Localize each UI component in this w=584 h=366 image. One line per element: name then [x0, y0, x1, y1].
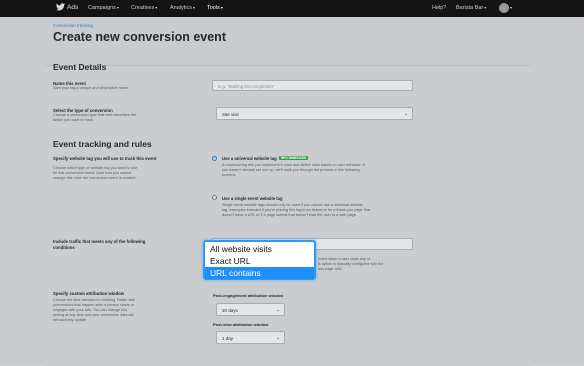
name-event-help: Give your tag a unique and descriptive n… [53, 86, 130, 90]
event-name-placeholder: E.g. "Mailing list completion" [218, 84, 275, 89]
chevron-down-icon: ⌄ [404, 111, 408, 116]
conversion-type-help: Choose a conversion type that best descr… [53, 113, 136, 123]
help-line: any page URL. [318, 267, 344, 271]
post-view-value: 1 day [222, 336, 234, 341]
single-event-tag-radio[interactable] [212, 195, 217, 200]
menu-label: Tools [207, 5, 220, 11]
help-line: action you want to track. [53, 118, 94, 122]
menu-creatives[interactable]: Creatives▾ [131, 5, 157, 11]
universal-tag-label: Use a universal website tag [222, 156, 277, 161]
traffic-conditions-label: Include traffic that meets any of the fo… [53, 239, 146, 244]
condition-dropdown-list[interactable]: All website visits Exact URL URL contain… [203, 240, 316, 280]
single-event-tag-option[interactable]: Use a single event website tag [222, 196, 283, 201]
chevron-down-icon: ⌄ [276, 307, 280, 312]
avatar[interactable]: ▾ [499, 3, 512, 13]
ads-brand[interactable]: Ads [67, 4, 78, 11]
website-tag-label: Specify website tag you will use to trac… [53, 156, 157, 161]
event-tracking-heading: Event tracking and rules [53, 139, 152, 149]
chevron-down-icon: ▾ [220, 5, 223, 10]
breadcrumb[interactable]: Conversion tracking [53, 23, 93, 28]
chevron-down-icon: ▾ [116, 5, 119, 10]
menu-tools[interactable]: Tools▾ [207, 5, 223, 11]
chevron-down-icon: ▾ [193, 5, 196, 10]
menu-label: Campaigns [88, 5, 116, 11]
chevron-down-icon: ▾ [155, 5, 158, 10]
universal-tag-radio[interactable] [212, 156, 217, 161]
menu-campaigns[interactable]: Campaigns▾ [88, 5, 119, 11]
top-nav-bar: Ads Campaigns▾ Creatives▾ Analytics▾ Too… [0, 0, 584, 17]
help-line: change this once the conversion event is… [53, 176, 137, 180]
chevron-down-icon: ⌄ [276, 335, 280, 340]
universal-tag-option[interactable]: Use a universal website tag RECOMMENDED [222, 156, 309, 161]
event-details-heading: Event Details [53, 62, 107, 72]
attribution-window-label: Specify custom attribution window [53, 291, 125, 296]
menu-analytics[interactable]: Analytics▾ [170, 5, 195, 11]
account-menu[interactable]: Barista Bar▾ [456, 5, 486, 11]
website-tag-help: Choose which type of website tag you wan… [53, 166, 137, 181]
twitter-bird-icon[interactable] [56, 3, 65, 13]
help-link[interactable]: Help? [432, 5, 446, 11]
traffic-conditions-label-cont: conditions [53, 245, 75, 250]
chevron-down-icon: ▾ [484, 5, 487, 10]
universal-tag-description: A universal tag lets you implement it on… [222, 163, 365, 178]
post-engagement-select[interactable]: 30 days ⌄ [216, 303, 285, 316]
option-all-website-visits[interactable]: All website visits [205, 243, 314, 255]
event-name-input[interactable]: E.g. "Mailing list completion" [212, 80, 413, 91]
page-title: Create new conversion event [53, 30, 226, 44]
avatar-image [499, 3, 509, 13]
post-view-label: Post-view attribution window [213, 322, 269, 327]
account-name: Barista Bar [456, 5, 484, 11]
help-line: retroactively update. [53, 318, 88, 322]
attribution-window-help: Choose the time window for crediting Twi… [53, 298, 135, 323]
chevron-down-icon: ▾ [510, 5, 513, 11]
post-view-select[interactable]: 1 day ⌄ [216, 331, 285, 344]
recommended-badge: RECOMMENDED [278, 156, 309, 160]
menu-label: Analytics [170, 5, 193, 11]
traffic-conditions-help: event when a user visits any of is optio… [318, 257, 383, 272]
option-exact-url[interactable]: Exact URL [205, 255, 314, 267]
post-engagement-label: Post-engagement attribution window [213, 293, 284, 298]
post-engagement-value: 30 days [222, 308, 238, 313]
description-line: doesn't have a URL or if a page submit t… [222, 213, 357, 217]
option-url-contains[interactable]: URL contains [205, 267, 314, 279]
single-event-tag-description: Single event website tags should only be… [222, 203, 370, 218]
description-line: you haven't already set one up, we'll wa… [222, 168, 360, 172]
menu-label: Creatives [131, 5, 155, 11]
conversion-type-value: Site visit [222, 112, 239, 117]
conversion-type-select[interactable]: Site visit ⌄ [216, 107, 413, 120]
description-line: screens. [222, 173, 237, 177]
